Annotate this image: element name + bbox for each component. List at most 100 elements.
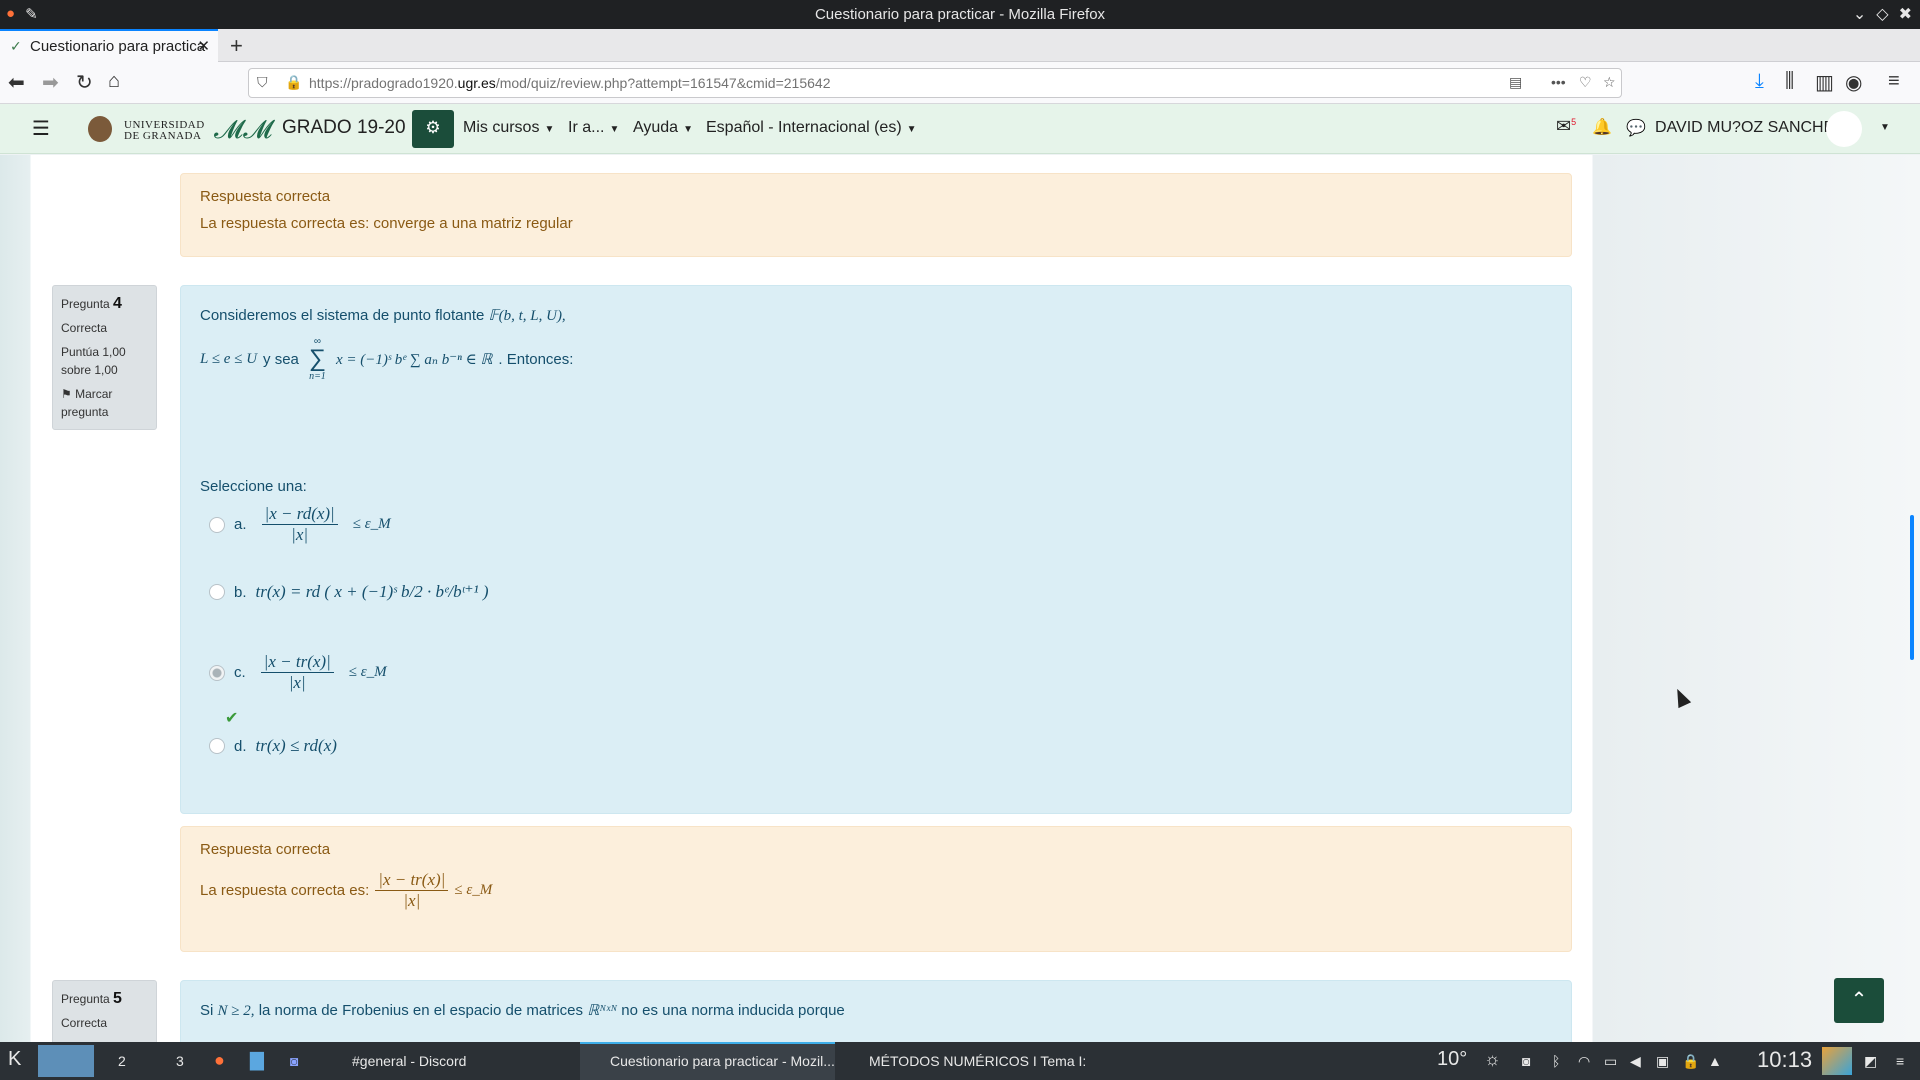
question-status: Correcta bbox=[61, 321, 108, 335]
prado-logo-icon[interactable]: 𝓜𝓜 bbox=[214, 114, 272, 146]
library-icon[interactable]: ⫼ bbox=[1785, 70, 1794, 93]
question-label: Pregunta bbox=[61, 297, 110, 311]
pocket-icon[interactable]: ♡ bbox=[1579, 74, 1592, 91]
user-name[interactable]: DAVID MU?OZ SANCHEZ bbox=[1655, 119, 1844, 137]
chat-icon[interactable]: 💬 bbox=[1626, 118, 1646, 138]
volume-icon[interactable]: ◀ bbox=[1630, 1053, 1641, 1070]
option-c[interactable]: c. |x − tr(x)| |x| ≤ ε_M bbox=[209, 652, 387, 693]
url-domain: ugr.es bbox=[457, 75, 496, 91]
reader-view-icon[interactable]: ▤ bbox=[1509, 74, 1522, 91]
option-b[interactable]: b. tr(x) = rd ( x + (−1)ˢ b/2 · bᵉ/bᵗ⁺¹ … bbox=[209, 582, 488, 602]
menu-mis-cursos[interactable]: Mis cursos ▼ bbox=[463, 119, 554, 137]
account-icon[interactable]: ◉ bbox=[1845, 70, 1862, 95]
url-bar[interactable]: ⛉ 🔒 https://pradogrado1920.ugr.es/mod/qu… bbox=[248, 68, 1622, 98]
flag-question-link[interactable]: ⚑ Marcar pregunta bbox=[61, 385, 148, 421]
question-4-feedback: Respuesta correcta La respuesta correcta… bbox=[180, 826, 1572, 952]
task-firefox[interactable]: Cuestionario para practicar - Mozil... bbox=[580, 1042, 835, 1080]
back-icon[interactable]: ⬅ bbox=[8, 70, 25, 95]
option-d[interactable]: d. tr(x) ≤ rd(x) bbox=[209, 736, 337, 756]
sidebar-icon[interactable]: ▥ bbox=[1815, 70, 1834, 95]
weather-sun-icon[interactable]: ☼ bbox=[1484, 1049, 1501, 1070]
clock[interactable]: 10:13 bbox=[1757, 1047, 1812, 1073]
correct-answer: La respuesta correcta es: |x − tr(x)| |x|… bbox=[200, 870, 493, 910]
discord-tray-icon[interactable]: ◙ bbox=[1522, 1053, 1530, 1069]
minimize-icon[interactable]: ⌄ bbox=[1853, 4, 1866, 24]
battery-icon[interactable]: ▭ bbox=[1604, 1053, 1617, 1070]
browser-tab[interactable]: ✓ Cuestionario para practica ✕ bbox=[0, 29, 218, 62]
discord-launcher-icon[interactable]: ◙ bbox=[290, 1053, 298, 1069]
messages-icon[interactable]: ✉5 bbox=[1556, 116, 1576, 137]
lock-icon[interactable]: 🔒 bbox=[285, 74, 302, 91]
settings-cog-button[interactable]: ⚙ bbox=[412, 110, 454, 148]
user-menu-chevron-icon[interactable]: ▼ bbox=[1880, 122, 1890, 133]
taskbar: K 2 3 ● ▇ ◙ #general - Discord Cuestiona… bbox=[0, 1042, 1920, 1080]
forward-icon[interactable]: ➡ bbox=[42, 70, 59, 95]
select-one-prompt: Seleccione una: bbox=[200, 478, 307, 495]
site-name[interactable]: GRADO 19-20 bbox=[282, 117, 406, 139]
menu-ayuda[interactable]: Ayuda ▼ bbox=[633, 119, 693, 137]
radio-a[interactable] bbox=[209, 516, 225, 533]
wifi-icon[interactable]: ◠ bbox=[1578, 1053, 1590, 1070]
feedback-title: Respuesta correcta bbox=[200, 188, 331, 205]
files-launcher-icon[interactable]: ▇ bbox=[250, 1050, 264, 1071]
navigation-bar: ⬅ ➡ ↻ ⌂ ⛉ 🔒 https://pradogrado1920.ugr.e… bbox=[0, 62, 1920, 104]
close-window-icon[interactable]: ✖ bbox=[1899, 4, 1912, 24]
question-number: 5 bbox=[113, 990, 122, 1007]
menu-icon[interactable]: ≡ bbox=[1888, 70, 1900, 93]
radio-b[interactable] bbox=[209, 584, 225, 600]
page-content: Respuesta correcta La respuesta correcta… bbox=[0, 155, 1920, 1042]
task-discord[interactable]: #general - Discord bbox=[320, 1042, 575, 1080]
back-to-top-button[interactable]: ⌃ bbox=[1834, 978, 1884, 1023]
question-info-4: Pregunta 4 Correcta Puntúa 1,00 sobre 1,… bbox=[52, 285, 157, 430]
question-number: 4 bbox=[113, 295, 122, 312]
task-metodos[interactable]: MÉTODOS NUMÉRICOS I Tema I: ... bbox=[845, 1042, 1100, 1080]
user-avatar[interactable] bbox=[1826, 111, 1862, 147]
window-titlebar: ● ✎ Cuestionario para practicar - Mozilla… bbox=[0, 0, 1920, 29]
window-title: Cuestionario para practicar - Mozilla Fi… bbox=[814, 6, 1106, 23]
url-path: /mod/quiz/review.php?attempt=161547&cmid… bbox=[495, 75, 831, 91]
taskbar-menu-icon[interactable]: ≡ bbox=[1896, 1053, 1904, 1069]
lock-screen-icon[interactable]: 🔒 bbox=[1682, 1053, 1699, 1070]
radio-d[interactable] bbox=[209, 738, 225, 754]
question-5-text: Si N ≥ 2, la norma de Frobenius en el es… bbox=[200, 1002, 845, 1019]
correct-check-icon: ✔ bbox=[225, 710, 239, 727]
option-a[interactable]: a. |x − rd(x)| |x| ≤ ε_M bbox=[209, 504, 391, 545]
tab-strip: ✓ Cuestionario para practica ✕ + bbox=[0, 29, 1920, 62]
menu-language[interactable]: Español - Internacional (es) ▼ bbox=[706, 119, 917, 137]
reload-icon[interactable]: ↻ bbox=[76, 70, 93, 95]
tray-expand-icon[interactable]: ▲ bbox=[1708, 1053, 1722, 1069]
question-score: Puntúa 1,00 sobre 1,00 bbox=[61, 345, 126, 377]
sum-notation: ∞ ∑ n=1 bbox=[308, 336, 326, 382]
site-header: ☰ UNIVERSIDAD DE GRANADA 𝓜𝓜 GRADO 19-20 ⚙… bbox=[0, 104, 1920, 154]
temperature[interactable]: 10° bbox=[1437, 1048, 1467, 1071]
shield-icon[interactable]: ⛉ bbox=[257, 74, 268, 91]
question-label: Pregunta bbox=[61, 992, 110, 1006]
page-scrollbar[interactable] bbox=[1910, 515, 1914, 660]
maximize-icon[interactable]: ◇ bbox=[1876, 4, 1888, 24]
bookmark-star-icon[interactable]: ☆ bbox=[1603, 74, 1616, 91]
question-content-4: Consideremos el sistema de punto flotant… bbox=[180, 285, 1572, 814]
radio-c-selected[interactable] bbox=[209, 664, 225, 681]
desktop-thumbnail[interactable] bbox=[1822, 1047, 1852, 1075]
page-actions-icon[interactable]: ••• bbox=[1551, 74, 1566, 90]
flag-icon: ⚑ bbox=[61, 387, 76, 401]
kde-launcher-icon[interactable]: K bbox=[8, 1048, 21, 1071]
drawer-toggle-icon[interactable]: ☰ bbox=[32, 116, 50, 141]
desktop-2-pager[interactable]: 2 bbox=[118, 1053, 126, 1069]
downloads-icon[interactable]: ⤓ bbox=[1755, 70, 1764, 93]
menu-ir-a[interactable]: Ir a... ▼ bbox=[568, 119, 619, 137]
home-icon[interactable]: ⌂ bbox=[108, 70, 120, 93]
new-tab-button[interactable]: + bbox=[230, 33, 243, 59]
desktop-1-pager[interactable] bbox=[38, 1045, 94, 1077]
notifications-icon[interactable]: ◩ bbox=[1864, 1053, 1877, 1070]
url-prefix: https://pradogrado1920. bbox=[309, 75, 458, 91]
tab-title: Cuestionario para practica bbox=[30, 38, 206, 55]
clipboard-icon[interactable]: ▣ bbox=[1656, 1053, 1669, 1070]
firefox-launcher-icon[interactable]: ● bbox=[214, 1050, 225, 1071]
notifications-bell-icon[interactable]: 🔔 bbox=[1592, 117, 1612, 137]
desktop-3-pager[interactable]: 3 bbox=[176, 1053, 184, 1069]
university-logo[interactable]: UNIVERSIDAD DE GRANADA bbox=[88, 114, 204, 144]
close-tab-icon[interactable]: ✕ bbox=[197, 37, 210, 55]
chevron-up-icon: ⌃ bbox=[1850, 989, 1868, 1011]
bluetooth-icon[interactable]: ᛒ bbox=[1552, 1053, 1560, 1069]
